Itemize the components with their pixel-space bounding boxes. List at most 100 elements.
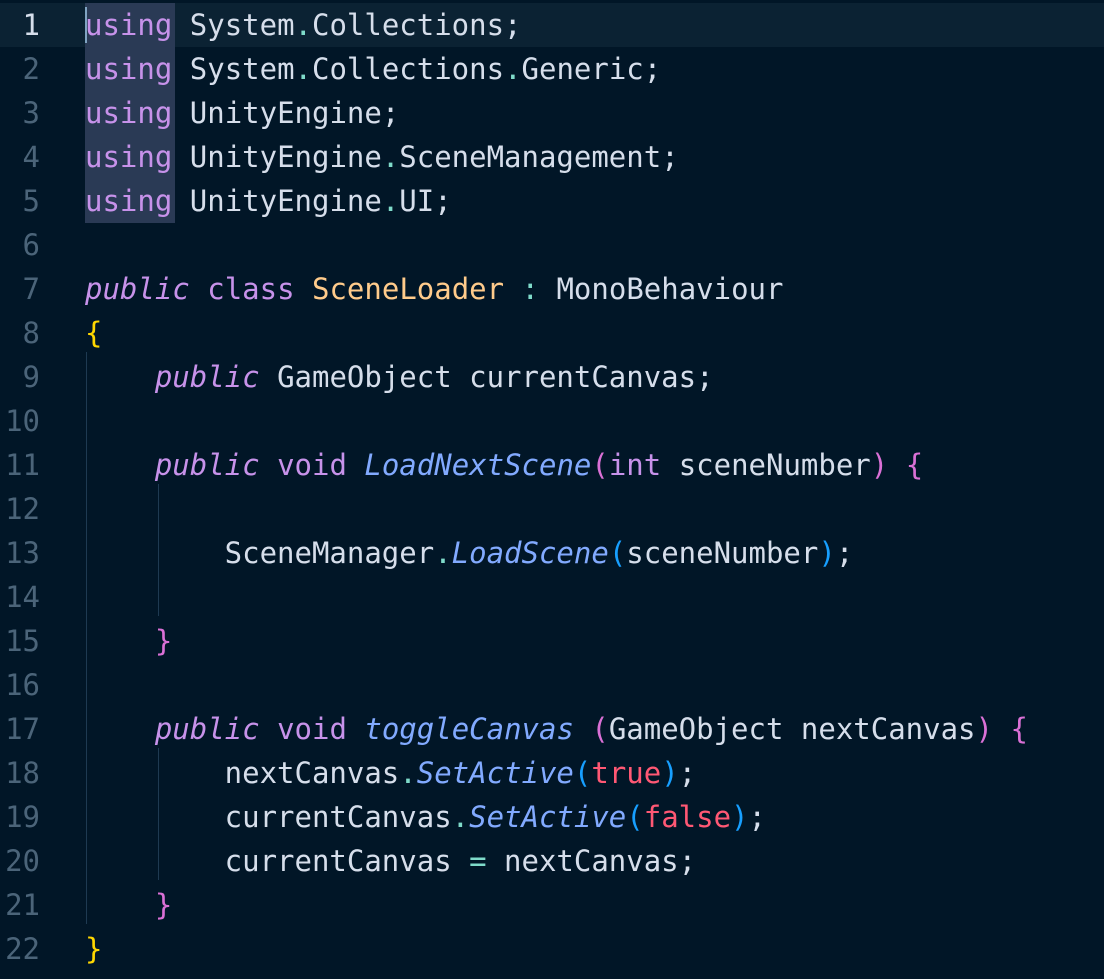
code-token: . [434, 536, 452, 570]
code-token: false [643, 800, 732, 834]
code-token: public [85, 272, 190, 306]
text-cursor [85, 7, 87, 43]
code-line[interactable]: 19 currentCanvas.SetActive(false); [0, 795, 1104, 839]
code-token: LoadNextScene [364, 448, 592, 482]
code-token: GameObject nextCanvas [608, 712, 976, 746]
line-number: 11 [5, 448, 40, 482]
code-text: } [85, 927, 102, 971]
code-token: MonoBehaviour [539, 272, 784, 306]
code-token: GameObject currentCanvas; [259, 360, 714, 394]
code-line[interactable]: 5 using UnityEngine.UI; [0, 179, 1104, 223]
code-token: ) [731, 800, 749, 834]
line-number: 15 [5, 624, 40, 658]
code-token: Collections; [312, 8, 522, 42]
code-line[interactable]: 16 [0, 663, 1104, 707]
code-token: using [85, 8, 173, 42]
code-line[interactable]: 7 public class SceneLoader : MonoBehaviou… [0, 267, 1104, 311]
code-token: using [85, 96, 173, 130]
code-token: System [172, 8, 295, 42]
code-token: ) [870, 448, 889, 482]
code-line[interactable]: 20 currentCanvas = nextCanvas; [0, 839, 1104, 883]
code-token: int [608, 448, 662, 482]
code-token: } [154, 888, 173, 922]
code-token: { [1010, 712, 1028, 746]
code-line[interactable]: 2 using System.Collections.Generic; [0, 47, 1104, 91]
line-number: 22 [5, 932, 40, 966]
code-line[interactable]: 13 SceneManager.LoadScene(sceneNumber); [0, 531, 1104, 575]
code-token: . [294, 8, 312, 42]
code-token: { [85, 316, 103, 350]
code-line[interactable]: 18 nextCanvas.SetActive(true); [0, 751, 1104, 795]
code-line[interactable]: 10 [0, 399, 1104, 443]
code-token: true [591, 756, 662, 790]
code-text: using System.Collections.Generic; [85, 47, 661, 91]
code-text: currentCanvas = nextCanvas; [85, 839, 696, 883]
code-line[interactable]: 11 public void LoadNextScene(int sceneNu… [0, 443, 1104, 487]
code-token: nextCanvas [85, 756, 400, 790]
code-token: SceneManagement; [399, 140, 679, 174]
code-token: using [85, 140, 173, 174]
code-token: UnityEngine; [172, 96, 400, 130]
code-line[interactable]: 4 using UnityEngine.SceneManagement; [0, 135, 1104, 179]
code-token: UnityEngine [172, 184, 382, 218]
code-token: ) [975, 712, 993, 746]
code-token: class [207, 272, 295, 306]
code-line[interactable]: 12 [0, 487, 1104, 531]
code-token: ) [818, 536, 836, 570]
code-token: ( [591, 448, 609, 482]
code-line[interactable]: 8{ [0, 311, 1104, 355]
code-line[interactable]: 3 using UnityEngine; [0, 91, 1104, 135]
code-text: using UnityEngine.UI; [85, 179, 452, 223]
code-line[interactable]: 21 } [0, 883, 1104, 927]
code-text: public GameObject currentCanvas; [85, 355, 714, 399]
code-token: currentCanvas [85, 800, 452, 834]
code-text: public void toggleCanvas (GameObject nex… [85, 707, 1028, 751]
code-token: . [381, 140, 400, 174]
code-token: toggleCanvas [364, 712, 574, 746]
line-number: 13 [5, 536, 40, 570]
code-token: : [521, 272, 540, 306]
code-line[interactable]: 6 [0, 223, 1104, 267]
code-line[interactable]: 17 public void toggleCanvas (GameObject … [0, 707, 1104, 751]
code-token: UI; [399, 184, 452, 218]
code-token: SetActive [469, 800, 627, 834]
code-text: currentCanvas.SetActive(false); [85, 795, 766, 839]
code-token: ; [678, 756, 697, 790]
line-number: 2 [22, 52, 40, 86]
code-token: . [294, 52, 312, 86]
code-token: using [85, 52, 173, 86]
code-line[interactable]: 14 [0, 575, 1104, 619]
code-text: nextCanvas.SetActive(true); [85, 751, 696, 795]
line-number: 21 [5, 888, 40, 922]
line-number: 4 [22, 140, 40, 174]
code-token: void [277, 712, 347, 746]
code-token: sceneNumber [661, 448, 871, 482]
code-line[interactable]: 15 } [0, 619, 1104, 663]
code-token: = [469, 844, 487, 878]
code-token: public [154, 360, 260, 394]
code-token: . [399, 756, 417, 790]
code-token: SetActive [416, 756, 574, 790]
code-line[interactable]: 22} [0, 927, 1104, 971]
code-text: public class SceneLoader : MonoBehaviour [85, 267, 783, 311]
line-number: 20 [5, 844, 40, 878]
code-line[interactable]: 9 public GameObject currentCanvas; [0, 355, 1104, 399]
code-token: Collections [312, 52, 505, 86]
code-token: { [905, 448, 924, 482]
code-text: using UnityEngine.SceneManagement; [85, 135, 679, 179]
line-number: 12 [5, 492, 40, 526]
code-editor[interactable]: 1 using System.Collections; 2 using System.… [0, 0, 1104, 979]
code-token: UnityEngine [172, 140, 382, 174]
code-line[interactable]: 1 using System.Collections; [0, 3, 1104, 47]
